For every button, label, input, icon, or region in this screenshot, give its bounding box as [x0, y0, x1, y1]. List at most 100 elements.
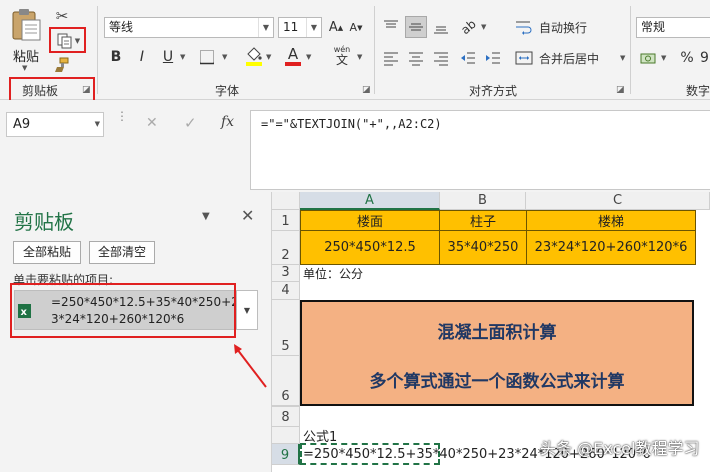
currency-icon	[640, 53, 656, 64]
align-top-button[interactable]	[380, 16, 402, 38]
banner-title: 混凝土面积计算	[437, 323, 557, 343]
fill-color-button[interactable]	[244, 45, 264, 67]
align-bottom-button[interactable]	[430, 16, 452, 38]
clipboard-group-label: 剪贴板	[22, 84, 59, 98]
paste-all-button[interactable]: 全部粘贴	[13, 241, 81, 264]
font-color-swatch	[285, 61, 301, 66]
chevron-down-icon: ▼	[243, 305, 251, 315]
chevron-down-icon[interactable]: ▼	[222, 53, 227, 61]
phonetic-icon: 文	[335, 53, 348, 67]
font-size-value: 11	[283, 20, 299, 34]
chevron-down-icon[interactable]: ▼	[22, 64, 27, 72]
title-banner[interactable]: 混凝土面积计算 多个算式通过一个函数公式来计算	[300, 300, 694, 406]
cell-a8[interactable]: 公式1	[303, 427, 337, 445]
align-top-icon	[384, 20, 398, 28]
select-all-corner[interactable]	[272, 192, 300, 210]
cut-button[interactable]: ✂	[52, 6, 72, 26]
formula-input[interactable]: ="="&TEXTJOIN("+",,A2:C2)	[250, 110, 710, 190]
font-group-label: 字体	[215, 84, 240, 98]
indent-increase-icon	[486, 52, 500, 64]
column-header-b[interactable]: B	[440, 192, 526, 210]
enter-button[interactable]: ✓	[184, 114, 197, 132]
chevron-down-icon[interactable]: ▼	[306, 53, 311, 61]
row-header-2[interactable]: 2	[272, 231, 300, 265]
format-painter-button[interactable]	[52, 55, 72, 75]
orientation-button[interactable]: ab	[457, 16, 479, 38]
currency-button[interactable]	[637, 47, 659, 69]
merge-center-button[interactable]: 合并后居中	[514, 47, 616, 69]
number-format-select[interactable]: 常规	[636, 17, 710, 38]
row-header-4[interactable]: 4	[272, 282, 300, 300]
cell-a1[interactable]: 楼面	[300, 210, 440, 231]
chevron-down-icon[interactable]: ▼	[266, 53, 271, 61]
alignment-group-label: 对齐方式	[469, 84, 518, 98]
chevron-down-icon: ▼	[94, 120, 100, 128]
cell-b2[interactable]: 35*40*250	[439, 230, 527, 265]
row-header-6[interactable]: 6	[272, 356, 300, 406]
copy-highlight	[49, 27, 86, 53]
name-box[interactable]: A9 ▼	[6, 112, 104, 137]
row-header-3[interactable]: 3	[272, 265, 300, 282]
row-header-9[interactable]: 9	[272, 444, 300, 465]
bold-button[interactable]: B	[106, 47, 126, 67]
worksheet-grid[interactable]: A B C 1 2 3 4 5 6 7 8 9 楼面 柱子 楼梯 250*450…	[272, 192, 710, 472]
align-right-button[interactable]	[430, 47, 452, 69]
align-center-button[interactable]	[405, 47, 427, 69]
close-icon[interactable]: ✕	[241, 206, 254, 225]
font-color-letter: A	[287, 44, 299, 63]
increase-font-button[interactable]: A ▲	[327, 17, 345, 38]
align-bottom-icon	[434, 26, 448, 34]
chevron-down-icon[interactable]: ▼	[620, 54, 625, 62]
underline-button[interactable]: U	[158, 47, 178, 67]
font-name-select[interactable]: 等线 ▼	[104, 17, 274, 38]
clipboard-item-dropdown[interactable]: ▼	[236, 290, 258, 330]
insert-function-button[interactable]: fx	[221, 114, 234, 130]
cell-c1[interactable]: 楼梯	[526, 210, 696, 231]
column-header-c[interactable]: C	[526, 192, 710, 210]
clipboard-pane: 剪贴板 ▼ ✕ 全部粘贴 全部清空 单击要粘贴的项目: x =250*450*1…	[0, 192, 272, 472]
format-painter-icon	[55, 57, 69, 72]
decrease-indent-button[interactable]	[457, 47, 479, 69]
dialog-launcher-icon[interactable]: ◪	[82, 86, 92, 96]
chevron-down-icon[interactable]: ▼	[357, 53, 362, 61]
row-header-5[interactable]: 5	[272, 300, 300, 356]
dialog-launcher-icon[interactable]: ◪	[362, 86, 372, 96]
align-middle-button[interactable]	[405, 16, 427, 38]
clipboard-icon	[12, 9, 41, 41]
cell-b1[interactable]: 柱子	[439, 210, 527, 231]
chevron-down-icon[interactable]: ▼	[661, 54, 666, 62]
increase-indent-button[interactable]	[482, 47, 504, 69]
paste-button[interactable]: 粘贴 ▼	[8, 6, 44, 72]
cell-c2[interactable]: 23*24*120+260*120*6	[526, 230, 696, 265]
font-size-select[interactable]: 11 ▼	[278, 17, 322, 38]
number-format-value: 常规	[641, 20, 666, 34]
decrease-font-button[interactable]: A ▼	[347, 17, 365, 38]
clear-all-button[interactable]: 全部清空	[89, 241, 155, 264]
font-color-button[interactable]: A	[283, 45, 303, 67]
chevron-down-icon[interactable]: ▼	[481, 23, 486, 31]
orientation-icon: ab	[457, 16, 479, 38]
number-group-label: 数字	[686, 84, 710, 98]
cell-a3[interactable]: 单位：公分	[303, 265, 363, 282]
pane-options-icon[interactable]: ▼	[202, 211, 210, 222]
align-left-button[interactable]	[380, 47, 402, 69]
row-header-8[interactable]: 8	[272, 407, 300, 427]
comma-button[interactable]: 9	[699, 47, 710, 69]
chevron-down-icon[interactable]: ▼	[180, 53, 185, 61]
more-options-icon[interactable]: ⋮	[116, 110, 128, 122]
dialog-launcher-icon[interactable]: ◪	[616, 86, 626, 96]
phonetic-button[interactable]: wén 文	[330, 44, 354, 68]
font-name-value: 等线	[109, 20, 134, 34]
clipboard-pane-title: 剪贴板	[14, 210, 74, 234]
column-header-a[interactable]: A	[300, 192, 440, 210]
merge-center-label: 合并后居中	[539, 51, 600, 66]
italic-button[interactable]: I	[132, 47, 152, 67]
ribbon: 粘贴 ▼ ✂ ▼ 剪贴板 ◪ 等线 ▼ 11 ▼ A ▲ A ▼ B I U ▼…	[0, 0, 710, 104]
cancel-button[interactable]: ✕	[146, 115, 158, 131]
borders-icon	[200, 50, 214, 65]
borders-button[interactable]	[196, 47, 218, 67]
wrap-text-button[interactable]: 自动换行	[514, 16, 624, 38]
cell-a2[interactable]: 250*450*12.5	[300, 230, 440, 265]
percent-button[interactable]: %	[677, 47, 697, 69]
row-header-1[interactable]: 1	[272, 210, 300, 231]
